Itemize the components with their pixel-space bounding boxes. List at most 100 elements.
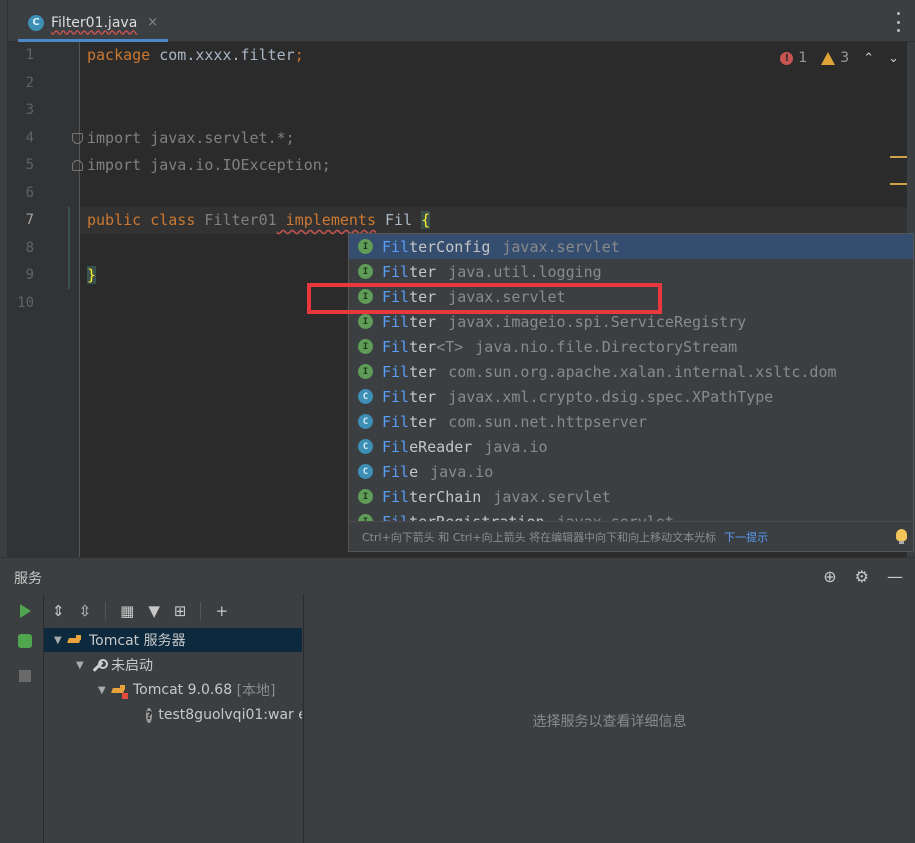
completion-item[interactable]: I Fil ter java.util.logging	[349, 259, 913, 284]
line-number: 6	[25, 185, 34, 201]
class-icon: C	[358, 439, 373, 454]
completion-match: Fil	[382, 362, 410, 381]
inspection-widget[interactable]: ! 1 3 ⌃ ⌄	[780, 50, 899, 66]
chevron-up-icon[interactable]: ⌃	[863, 51, 874, 66]
toolbar-separator	[200, 602, 202, 620]
run-icon[interactable]	[20, 604, 31, 618]
code-line-9: }	[87, 266, 97, 284]
new-tab-icon[interactable]: ⊞	[174, 602, 187, 620]
code-line-4: import javax.servlet.*;	[87, 129, 295, 147]
tomcat-icon	[112, 685, 128, 699]
completion-match: Fil	[382, 337, 410, 356]
tree-node-label: Tomcat 9.0.68	[133, 682, 233, 698]
fold-marker-icon[interactable]	[72, 160, 83, 171]
tree-node-tomcat-server[interactable]: ▼ Tomcat 9.0.68 [本地]	[44, 678, 302, 702]
stop-icon[interactable]	[19, 670, 31, 682]
completion-match: Fil	[382, 262, 410, 281]
minimize-icon[interactable]: —	[887, 567, 903, 586]
tree-node-artifact[interactable]: ? test8guolvqi01:war exploded	[44, 703, 302, 727]
chevron-down-icon[interactable]: ⌄	[888, 51, 899, 66]
line-number: 3	[25, 102, 34, 118]
line-number: 2	[25, 75, 34, 91]
completion-item[interactable]: I Fil ter com.sun.org.apache.xalan.internal…	[349, 359, 913, 384]
collapse-all-icon[interactable]: ⇳	[79, 602, 92, 620]
tree-node-not-started[interactable]: ▼ 未启动	[44, 653, 302, 677]
completion-match: Fil	[382, 412, 410, 431]
next-tip-link[interactable]: 下一提示	[724, 529, 768, 545]
completion-package: javax.servlet	[502, 237, 620, 256]
chevron-down-icon[interactable]: ▼	[98, 685, 112, 696]
fold-marker-icon[interactable]	[72, 133, 83, 144]
completion-generic: <T>	[436, 337, 464, 356]
class-icon: C	[358, 389, 373, 404]
completion-list[interactable]: I Fil terConfig javax.servlet I Fil ter java.ut…	[349, 234, 913, 523]
completion-package: com.sun.org.apache.xalan.internal.xsltc.…	[448, 362, 837, 381]
completion-match: Fil	[382, 462, 410, 481]
filter-icon[interactable]: ▼	[148, 602, 160, 620]
completion-item[interactable]: C Fil e java.io	[349, 459, 913, 484]
unknown-status-icon: ?	[146, 707, 153, 723]
line-number: 4	[25, 130, 34, 146]
interface-icon: I	[358, 489, 373, 504]
completion-hint-bar: Ctrl+向下箭头 和 Ctrl+向上箭头 将在编辑器中向下和向上移动文本光标 …	[349, 521, 913, 551]
completion-item[interactable]: I Fil terConfig javax.servlet	[349, 234, 913, 259]
code-line-7: public class Filter01 implements Fil {	[87, 211, 431, 229]
completion-match: Fil	[382, 312, 410, 331]
chevron-down-icon[interactable]: ▼	[76, 660, 90, 671]
completion-item[interactable]: I Fil terChain javax.servlet	[349, 484, 913, 509]
artifact-icon	[138, 711, 146, 719]
tree-node-label: test8guolvqi01:war exploded	[158, 707, 302, 723]
line-number: 8	[25, 240, 34, 256]
warning-stripe-marker[interactable]	[890, 183, 907, 185]
completion-match: Fil	[382, 437, 410, 456]
tree-node-label: 未启动	[111, 658, 153, 674]
warning-icon	[821, 51, 836, 65]
error-icon: !	[780, 51, 794, 65]
debug-icon[interactable]	[18, 634, 32, 648]
more-options-icon[interactable]	[895, 12, 901, 32]
completion-item[interactable]: I Fil ter <T> java.nio.file.DirectoryStream	[349, 334, 913, 359]
completion-match: Fil	[382, 487, 410, 506]
completion-name-rest: e	[409, 462, 419, 481]
completion-package: javax.imageio.spi.ServiceRegistry	[448, 312, 747, 331]
tree-node-tomcat-servers[interactable]: ▼ Tomcat 服务器	[44, 628, 302, 652]
tree-node-label: Tomcat 服务器	[89, 633, 186, 649]
line-number: 7	[25, 212, 34, 228]
code-line-5: import java.io.IOException;	[87, 156, 331, 174]
completion-name-rest: terChain	[409, 487, 482, 506]
line-number: 1	[25, 47, 34, 63]
close-tab-icon[interactable]: ×	[147, 15, 158, 30]
service-details-pane: 选择服务以查看详细信息	[303, 594, 915, 843]
completion-item[interactable]: C Fil ter com.sun.net.httpserver	[349, 409, 913, 434]
gear-icon[interactable]: ⚙	[855, 567, 869, 586]
expand-all-icon[interactable]: ⇕	[52, 602, 65, 620]
completion-package: javax.servlet	[493, 487, 611, 506]
line-number: 9	[25, 267, 34, 283]
completion-package: java.io	[484, 437, 548, 456]
warning-stripe-marker[interactable]	[890, 156, 907, 158]
highlight-annotation-box	[307, 283, 662, 314]
group-by-icon[interactable]: ▦	[120, 602, 134, 620]
services-tree[interactable]: ▼ Tomcat 服务器 ▼ 未启动 ▼ Tomcat 9.0.68 [本地] …	[44, 628, 302, 843]
completion-item[interactable]: C Fil ter javax.xml.crypto.dsig.spec.XPathT…	[349, 384, 913, 409]
chevron-down-icon[interactable]: ▼	[54, 635, 68, 646]
tree-node-tag: [本地]	[236, 683, 276, 699]
wrench-icon	[90, 658, 108, 673]
tab-filter01-java[interactable]: C Filter01.java ×	[18, 6, 168, 42]
completion-package: java.nio.file.DirectoryStream	[475, 337, 738, 356]
services-action-bar	[8, 594, 44, 843]
completion-name-rest: ter	[409, 362, 437, 381]
empty-state-message: 选择服务以查看详细信息	[532, 714, 687, 730]
completion-name-rest: ter	[409, 387, 437, 406]
lightbulb-icon[interactable]	[896, 529, 907, 544]
completion-package: java.util.logging	[448, 262, 602, 281]
error-count: 1	[798, 50, 808, 66]
completion-item[interactable]: C Fil eReader java.io	[349, 434, 913, 459]
completion-name-rest: ter	[409, 412, 437, 431]
target-icon[interactable]: ⊕	[823, 567, 836, 586]
add-service-icon[interactable]: +	[215, 602, 228, 620]
brace-scope-indicator	[68, 207, 70, 289]
completion-match: Fil	[382, 237, 410, 256]
completion-name-rest: ter	[409, 312, 437, 331]
code-completion-popup[interactable]: I Fil terConfig javax.servlet I Fil ter java.ut…	[348, 233, 914, 552]
